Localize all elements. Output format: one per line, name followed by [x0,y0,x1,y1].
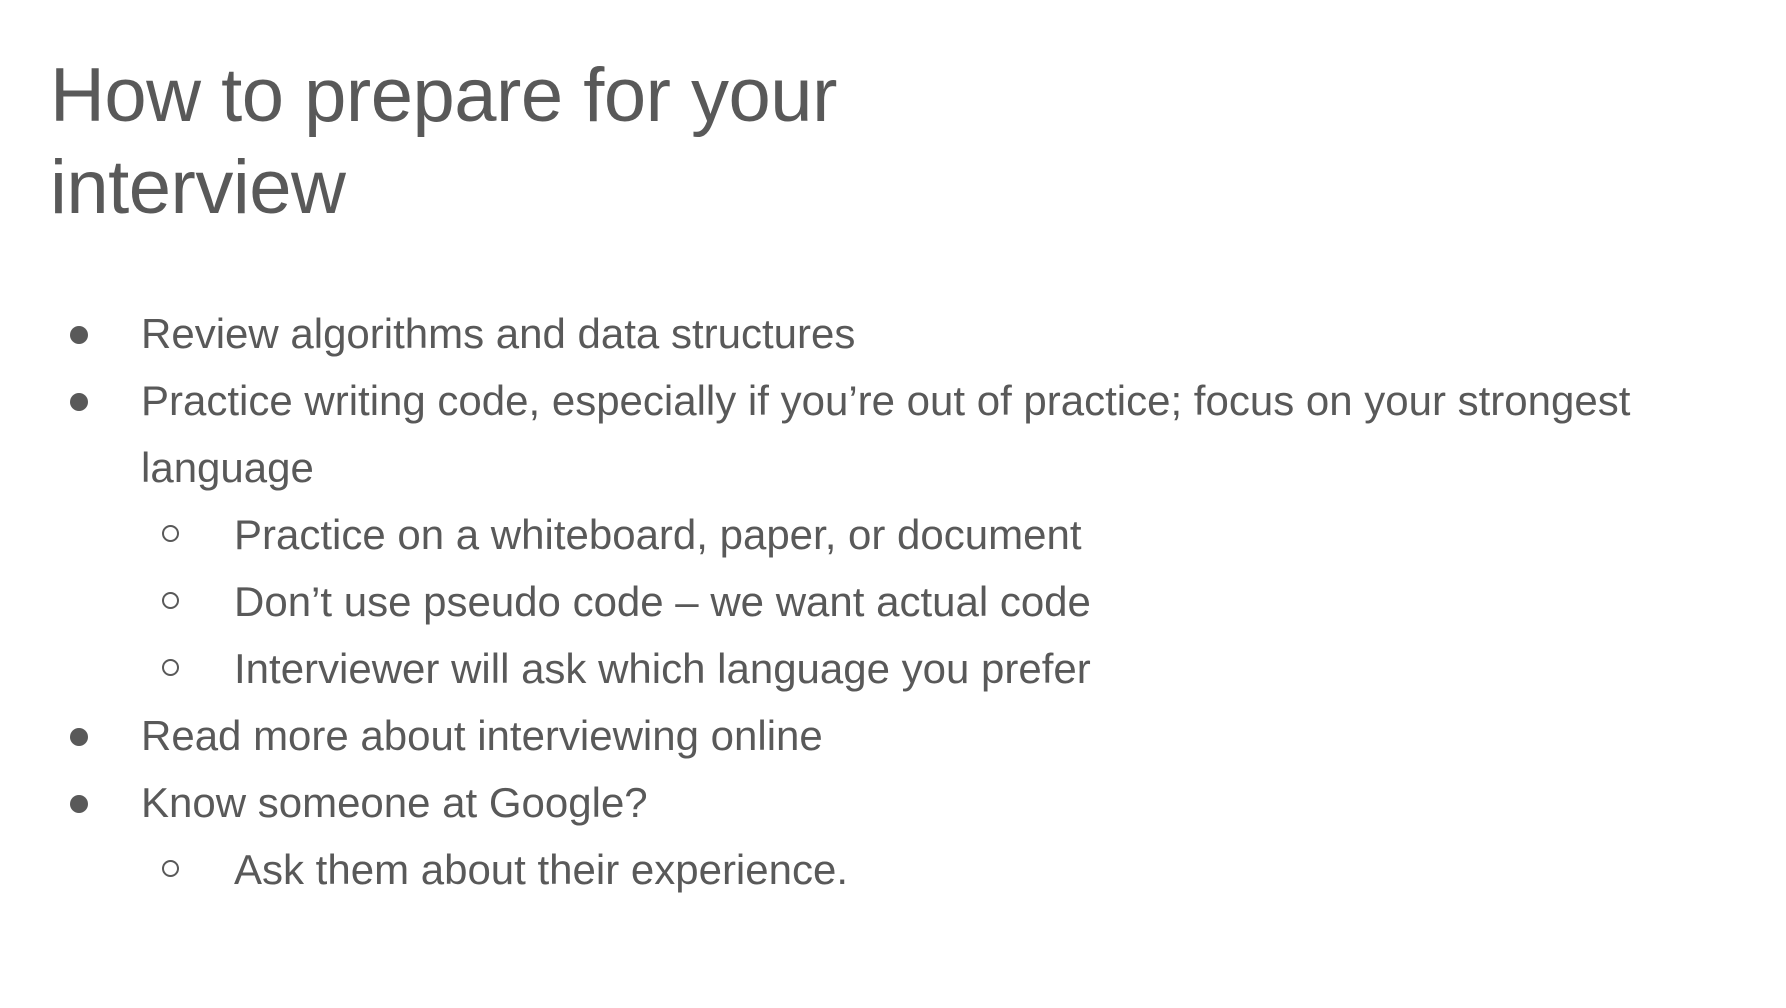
bullet-item: Practice writing code, especially if you… [0,367,1700,702]
sub-bullet-group: Practice on a whiteboard, paper, or docu… [0,501,1700,702]
sub-bullet-text: Ask them about their experience. [234,846,849,893]
bullet-text: Review algorithms and data structures [141,310,856,357]
sub-bullet-item: Practice on a whiteboard, paper, or docu… [0,501,1700,568]
bullet-item: Review algorithms and data structures [0,300,1700,367]
bullet-item: Know someone at Google? Ask them about t… [0,769,1700,903]
slide-title-line-1: How to prepare for your [50,53,837,138]
sub-bullet-text: Don’t use pseudo code – we want actual c… [234,578,1091,625]
filled-bullet-icon [70,728,88,746]
sub-bullet-item: Ask them about their experience. [0,836,1700,903]
filled-bullet-icon [70,326,88,344]
bullet-text: Read more about interviewing online [141,712,823,759]
slide-title: How to prepare for your interview [50,50,1746,234]
slide-title-line-2: interview [50,145,346,230]
bullet-item: Read more about interviewing online [0,702,1700,769]
sub-bullet-text: Interviewer will ask which language you … [234,645,1091,692]
sub-bullet-group: Ask them about their experience. [0,836,1700,903]
sub-bullet-text: Practice on a whiteboard, paper, or docu… [234,511,1082,558]
hollow-bullet-icon [162,525,179,542]
filled-bullet-icon [70,393,88,411]
bullet-text: Know someone at Google? [141,779,648,826]
hollow-bullet-icon [162,860,179,877]
sub-bullet-item: Don’t use pseudo code – we want actual c… [0,568,1700,635]
filled-bullet-icon [70,795,88,813]
slide: How to prepare for your interview Review… [0,0,1786,1008]
bullet-text: Practice writing code, especially if you… [141,377,1631,491]
sub-bullet-item: Interviewer will ask which language you … [0,635,1700,702]
hollow-bullet-icon [162,592,179,609]
bullet-list: Review algorithms and data structures Pr… [0,300,1700,903]
sub-bullet-list: Practice on a whiteboard, paper, or docu… [0,501,1700,702]
sub-bullet-list: Ask them about their experience. [0,836,1700,903]
hollow-bullet-icon [162,659,179,676]
